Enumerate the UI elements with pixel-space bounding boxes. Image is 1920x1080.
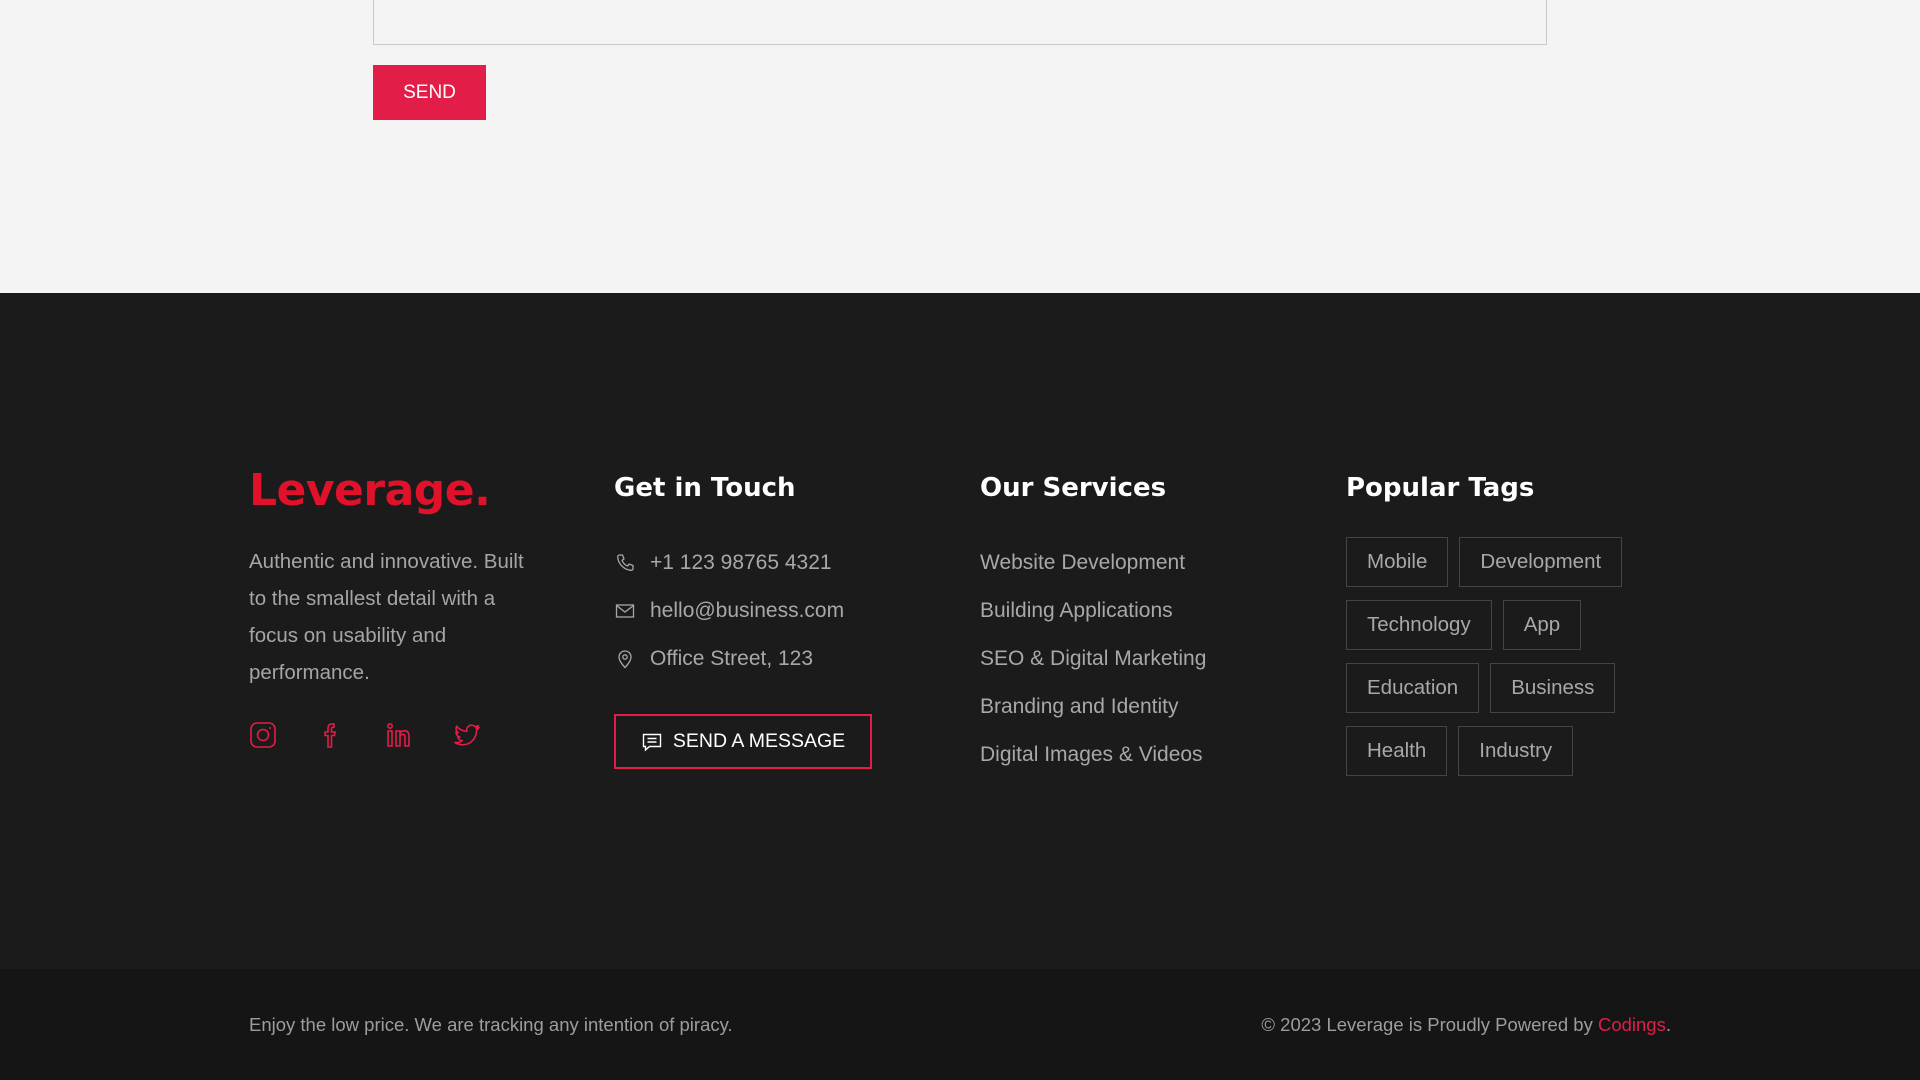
facebook-icon[interactable] — [317, 721, 345, 749]
contact-email[interactable]: hello@business.com — [614, 587, 934, 635]
contact-heading: Get in Touch — [614, 473, 796, 503]
tag-education[interactable]: Education — [1346, 663, 1480, 713]
contact-phone[interactable]: +1 123 98765 4321 — [614, 539, 934, 587]
footer-brand-column: Leverage. Authentic and innovative. Buil… — [249, 469, 549, 749]
copyright-prefix: © 2023 Leverage is Proudly Powered by — [1261, 1013, 1598, 1035]
contact-form-section: SEND — [0, 0, 1920, 293]
phone-icon — [614, 552, 636, 574]
tags-heading: Popular Tags — [1346, 473, 1535, 503]
services-heading: Our Services — [980, 473, 1167, 503]
tag-development[interactable]: Development — [1459, 537, 1623, 587]
send-button[interactable]: SEND — [373, 65, 486, 120]
contact-list: +1 123 98765 4321 hello@business.com Off… — [614, 539, 934, 683]
contact-email-text: hello@business.com — [650, 599, 845, 622]
brand-description: Authentic and innovative. Built to the s… — [249, 550, 524, 684]
tag-app[interactable]: App — [1502, 600, 1582, 650]
service-link-seo-digital-marketing[interactable]: SEO & Digital Marketing — [980, 635, 1300, 683]
tag-mobile[interactable]: Mobile — [1346, 537, 1449, 587]
footer-logo[interactable]: Leverage. — [249, 469, 549, 513]
chat-icon — [642, 733, 662, 752]
message-textarea[interactable] — [373, 0, 1547, 45]
tag-technology[interactable]: Technology — [1346, 600, 1492, 650]
tag-health[interactable]: Health — [1346, 726, 1448, 776]
footer: Leverage. Authentic and innovative. Buil… — [0, 293, 1920, 969]
send-a-message-label: SEND A MESSAGE — [672, 730, 846, 752]
piracy-notice: Enjoy the low price. We are tracking any… — [249, 1013, 733, 1035]
copyright-suffix: . — [1665, 1013, 1671, 1035]
social-links — [249, 721, 549, 749]
service-link-digital-images-videos[interactable]: Digital Images & Videos — [980, 731, 1300, 779]
service-link-branding-identity[interactable]: Branding and Identity — [980, 683, 1300, 731]
service-link-building-applications[interactable]: Building Applications — [980, 587, 1300, 635]
mail-icon — [614, 600, 636, 622]
tag-industry[interactable]: Industry — [1458, 726, 1574, 776]
service-link-website-development[interactable]: Website Development — [980, 539, 1300, 587]
footer-services-column: Our Services Website Development Buildin… — [980, 475, 1300, 779]
contact-address-text: Office Street, 123 — [650, 647, 814, 670]
linkedin-icon[interactable] — [385, 721, 413, 749]
services-list: Website Development Building Application… — [980, 539, 1300, 779]
send-a-message-button[interactable]: SEND A MESSAGE — [614, 714, 872, 769]
tag-cloud: Mobile Development Technology App Educat… — [1346, 537, 1666, 776]
contact-address: Office Street, 123 — [614, 635, 934, 683]
twitter-icon[interactable] — [453, 721, 481, 749]
tag-business[interactable]: Business — [1490, 663, 1616, 713]
instagram-icon[interactable] — [249, 721, 277, 749]
contact-phone-text: +1 123 98765 4321 — [650, 551, 832, 574]
footer-bottom-bar: Enjoy the low price. We are tracking any… — [0, 969, 1920, 1080]
copyright-text: © 2023 Leverage is Proudly Powered by Co… — [1261, 969, 1671, 1080]
footer-tags-column: Popular Tags Mobile Development Technolo… — [1346, 475, 1686, 776]
powered-by-link[interactable]: Codings — [1598, 1014, 1666, 1036]
footer-contact-column: Get in Touch +1 123 98765 4321 hello@bus… — [614, 475, 934, 769]
location-pin-icon — [614, 648, 636, 670]
